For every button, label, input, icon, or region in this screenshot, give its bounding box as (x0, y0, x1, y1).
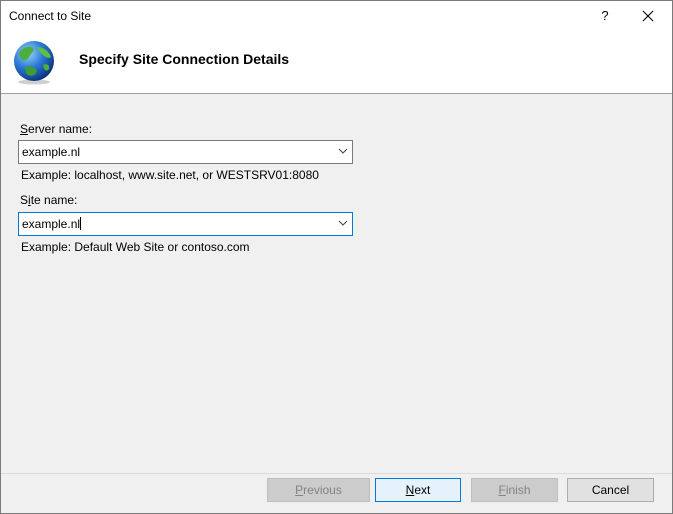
wizard-step-title: Specify Site Connection Details (79, 51, 290, 67)
site-name-combobox[interactable]: example.nl (18, 212, 353, 236)
server-name-combobox[interactable]: example.nl (18, 140, 353, 164)
globe-icon (14, 41, 54, 85)
window-title: Connect to Site (9, 9, 92, 23)
previous-button[interactable]: Previous (267, 478, 370, 502)
server-name-value[interactable]: example.nl (22, 145, 80, 159)
server-name-label: Server name: (20, 122, 93, 136)
finish-button[interactable]: Finish (471, 478, 558, 502)
text-caret (80, 217, 82, 230)
title-bar: Connect to Site ? (1, 1, 672, 33)
footer-divider (1, 473, 672, 474)
cancel-button[interactable]: Cancel (567, 478, 654, 502)
wizard-header: Specify Site Connection Details (1, 33, 672, 94)
chevron-down-icon[interactable] (338, 147, 348, 155)
help-button[interactable]: ? (595, 5, 615, 27)
close-button[interactable] (633, 3, 663, 29)
site-name-hint: Example: Default Web Site or contoso.com (21, 240, 250, 254)
next-button[interactable]: Next (375, 478, 461, 502)
chevron-down-icon[interactable] (338, 219, 348, 227)
connect-to-site-dialog: Connect to Site ? Specify Site Connectio… (0, 0, 673, 514)
server-name-hint: Example: localhost, www.site.net, or WES… (21, 168, 319, 182)
close-icon (642, 10, 654, 22)
site-name-value[interactable]: example.nl (22, 217, 82, 231)
site-name-label: Site name: (20, 193, 78, 207)
